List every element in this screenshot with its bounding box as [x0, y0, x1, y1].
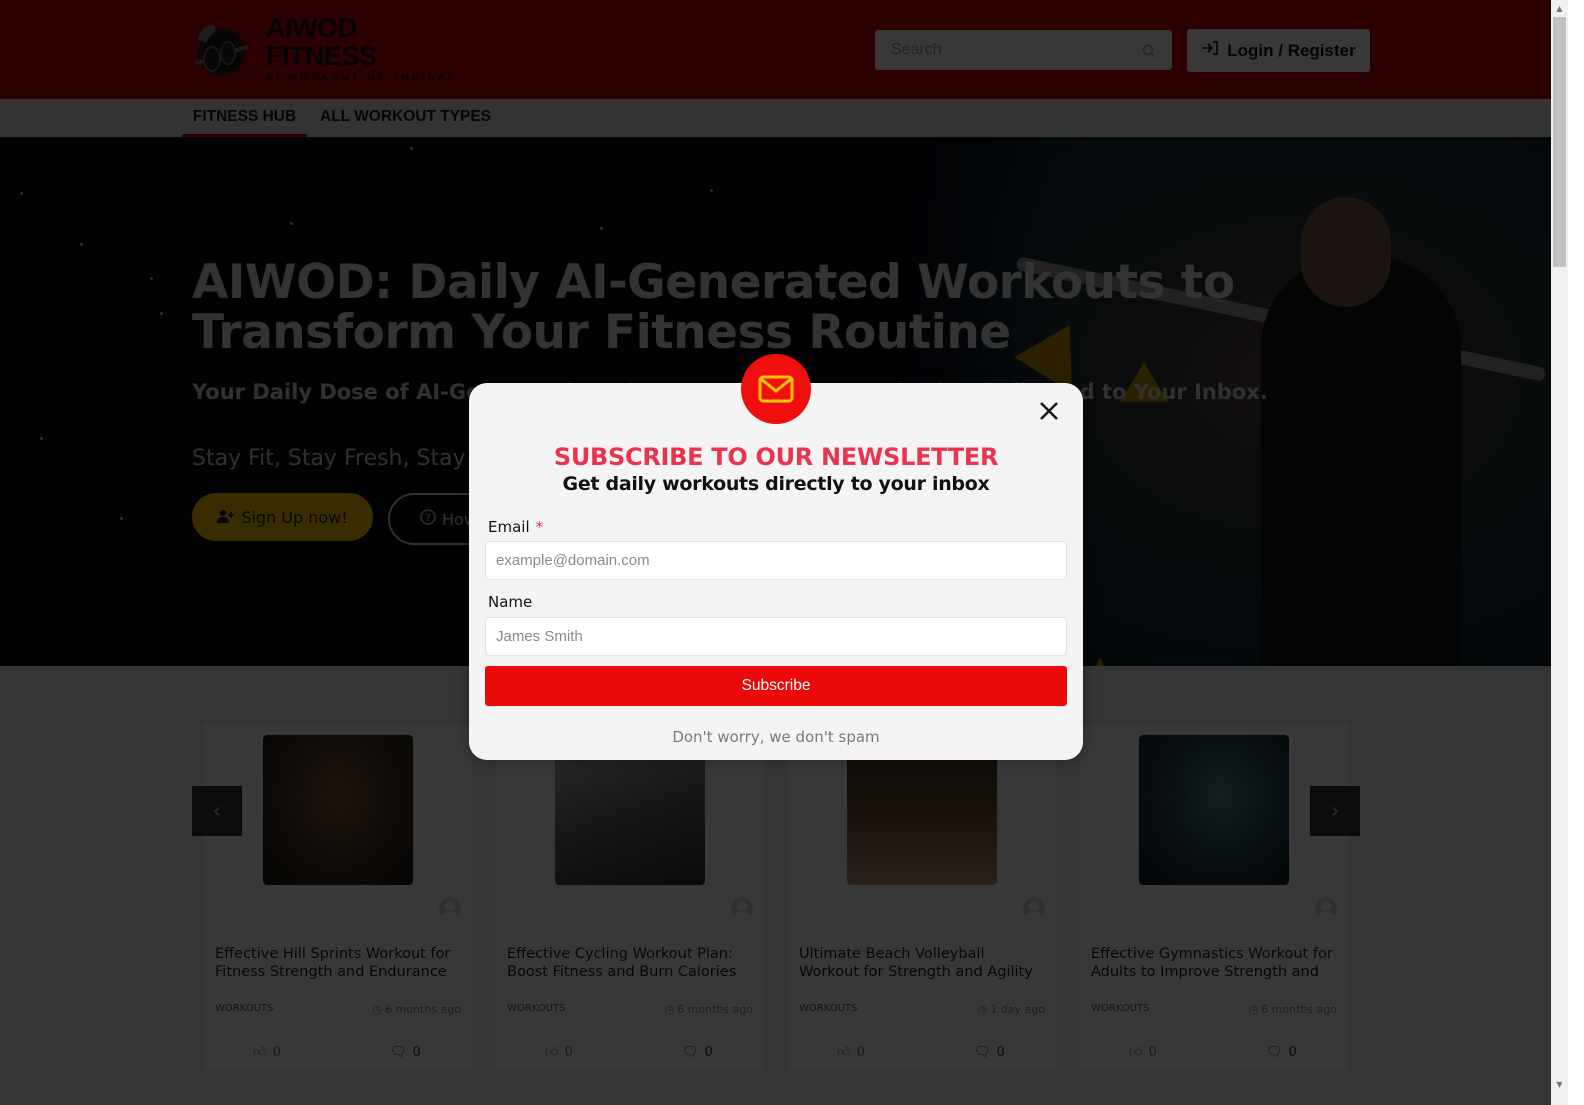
email-label: Email * [488, 518, 543, 536]
email-label-text: Email [488, 518, 530, 536]
name-field[interactable] [485, 617, 1067, 656]
modal-subheading: Get daily workouts directly to your inbo… [562, 473, 990, 495]
window-edge [1568, 0, 1584, 1105]
scroll-up-arrow-icon[interactable]: ▲ [1551, 0, 1568, 17]
envelope-icon [758, 375, 794, 403]
email-field[interactable] [485, 541, 1067, 580]
name-label: Name [488, 593, 533, 611]
required-mark: * [535, 518, 544, 536]
newsletter-modal: SUBSCRIBE TO OUR NEWSLETTER Get daily wo… [469, 354, 1083, 760]
subscribe-button[interactable]: Subscribe [485, 666, 1067, 706]
scroll-down-arrow-icon[interactable]: ▼ [1551, 1076, 1568, 1093]
scroll-thumb[interactable] [1553, 17, 1566, 267]
envelope-badge [741, 354, 811, 424]
close-icon [1040, 402, 1058, 420]
vertical-scrollbar[interactable]: ▲ ▼ [1551, 0, 1568, 1105]
close-button[interactable] [1037, 399, 1061, 423]
no-spam-note: Don't worry, we don't spam [672, 728, 880, 746]
modal-heading: SUBSCRIBE TO OUR NEWSLETTER [553, 443, 999, 471]
